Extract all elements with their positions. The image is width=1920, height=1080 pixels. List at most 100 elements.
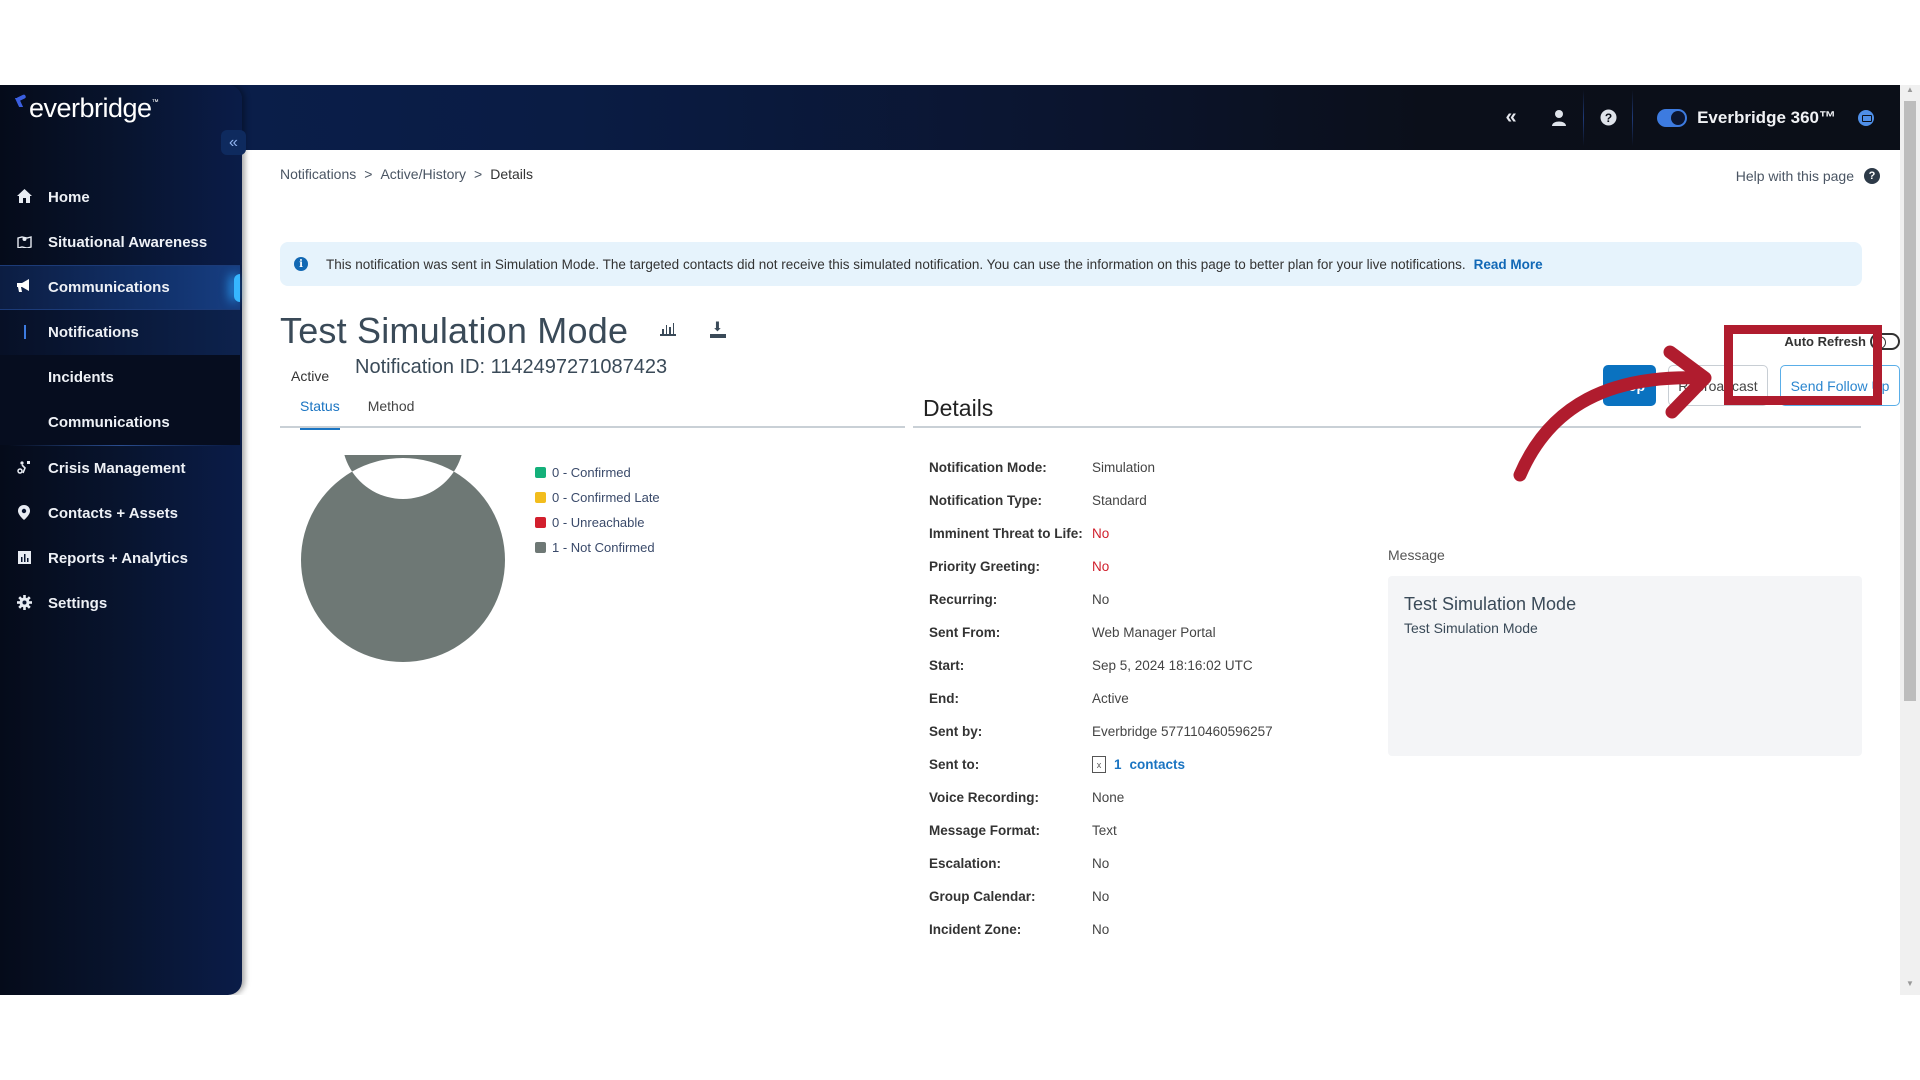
detail-row: Sent From: Web Manager Portal [929,616,1273,649]
route-icon [0,460,48,477]
title-actions [660,319,726,338]
detail-row: End: Active [929,682,1273,715]
auto-refresh-switch[interactable] [1870,333,1900,350]
detail-row: Sent by: Everbridge 577110460596257 [929,715,1273,748]
legend-item-confirmed[interactable]: 0 - Confirmed [535,460,660,485]
everbridge-logo[interactable]: everbridge ™ [10,93,159,124]
bar-chart-icon[interactable] [660,322,676,336]
detail-value: Text [1092,823,1117,838]
map-icon [0,234,48,251]
sidebar-nav: Home Situational Awareness Communication… [0,175,240,626]
legend-item-not-confirmed[interactable]: 1 - Not Confirmed [535,535,660,560]
sidebar-subitem-communications[interactable]: Communications [0,400,240,445]
sidebar-item-home[interactable]: Home [0,175,240,220]
sidebar-item-situational-awareness[interactable]: Situational Awareness [0,220,240,265]
detail-label: Start: [929,658,965,673]
breadcrumb: Notifications > Active/History > Details [280,166,533,182]
tab-method[interactable]: Method [356,398,427,428]
detail-value: None [1092,790,1125,805]
detail-row: Imminent Threat to Life: No [929,517,1273,550]
contacts-link-label[interactable]: contacts [1130,757,1186,772]
detail-row: Message Format: Text [929,814,1273,847]
detail-row: Start: Sep 5, 2024 18:16:02 UTC [929,649,1273,682]
legend-label: 0 - Confirmed [552,465,631,480]
detail-row: Notification Type: Standard [929,484,1273,517]
help-with-page-link[interactable]: Help with this page ? [1736,168,1880,184]
detail-label: Message Format: [929,823,1041,838]
detail-value: Sep 5, 2024 18:16:02 UTC [1092,658,1253,673]
scrollbar-thumb[interactable] [1904,101,1916,701]
detail-label: Priority Greeting: [929,559,1041,574]
double-chevron-left-icon[interactable]: « [1487,85,1535,150]
sidebar-item-settings[interactable]: Settings [0,581,240,626]
sidebar-item-reports-analytics[interactable]: Reports + Analytics [0,536,240,581]
sent-to-contacts-link[interactable]: x 1 contacts [1092,756,1185,773]
breadcrumb-separator: > [364,166,373,182]
legend-item-confirmed-late[interactable]: 0 - Confirmed Late [535,485,660,510]
legend-swatch [535,492,546,503]
legend-label: 0 - Confirmed Late [552,490,660,505]
sidebar-item-label: Settings [48,595,108,612]
info-icon: i [294,257,308,271]
detail-label: Sent to: [929,757,980,772]
detail-value: Web Manager Portal [1092,625,1216,640]
breadcrumb-details: Details [490,166,534,182]
detail-label: Voice Recording: [929,790,1040,805]
sidebar-item-crisis-management[interactable]: Crisis Management [0,446,240,491]
tab-status[interactable]: Status [288,398,352,430]
auto-refresh-label: Auto Refresh [1784,334,1866,349]
details-heading: Details [923,395,994,421]
main-content: Notifications > Active/History > Details… [242,150,1900,995]
details-header: Details [913,393,1861,428]
detail-value: Simulation [1092,460,1156,475]
detail-row: Notification Mode: Simulation [929,451,1273,484]
toggle-switch[interactable] [1657,108,1688,127]
sidebar-item-label: Contacts + Assets [48,505,178,522]
top-header: « ? Everbridge 360™ [0,85,1900,150]
auto-refresh-toggle[interactable]: Auto Refresh [1784,333,1900,350]
sidebar-subitem-incidents[interactable]: Incidents [0,355,240,400]
sidebar-collapse-button[interactable]: « [221,130,246,155]
question-circle-icon[interactable]: ? [1584,85,1632,150]
page-scrollbar[interactable]: ▲ ▼ [1900,85,1920,995]
detail-value: No [1092,889,1110,904]
scroll-up-arrow-icon[interactable]: ▲ [1900,85,1920,101]
excel-file-icon[interactable]: x [1092,756,1106,773]
logo-trademark: ™ [151,99,159,106]
scroll-down-arrow-icon[interactable]: ▼ [1900,979,1920,995]
legend-item-unreachable[interactable]: 0 - Unreachable [535,510,660,535]
user-icon[interactable] [1535,85,1583,150]
everbridge-360-toggle[interactable]: Everbridge 360™ [1633,108,1846,128]
detail-label: Group Calendar: [929,889,1036,904]
logo-check-icon [10,96,28,110]
contacts-count: 1 [1114,757,1122,772]
detail-row: Priority Greeting: No [929,550,1273,583]
sidebar-subitem-notifications[interactable]: Notifications [0,310,240,355]
detail-label: Sent From: [929,625,1001,640]
legend-label: 0 - Unreachable [552,515,645,530]
detail-label: Escalation: [929,856,1002,871]
gear-icon [0,594,48,613]
read-more-link[interactable]: Read More [1474,257,1543,272]
sidebar-item-label: Crisis Management [48,460,186,477]
sidebar-item-contacts-assets[interactable]: Contacts + Assets [0,491,240,536]
sidebar-subitem-label: Notifications [48,324,139,341]
megaphone-icon [0,279,48,296]
home-icon [0,189,48,206]
svg-text:?: ? [1604,111,1611,125]
download-icon[interactable] [710,319,726,338]
breadcrumb-notifications[interactable]: Notifications [280,166,356,182]
status-donut-chart [301,455,505,662]
detail-row: Recurring: No [929,583,1273,616]
legend-swatch [535,542,546,553]
sidebar-item-communications[interactable]: Communications [0,265,240,310]
detail-value: No [1092,856,1110,871]
sidebar: everbridge ™ Home Situational Awareness [0,85,242,995]
detail-row: Escalation: No [929,847,1273,880]
detail-value: Everbridge 577110460596257 [1092,724,1273,739]
toggle-label: Everbridge 360™ [1697,107,1836,127]
detail-value: Standard [1092,493,1147,508]
chart-legend: 0 - Confirmed 0 - Confirmed Late 0 - Unrea… [535,460,660,560]
breadcrumb-active-history[interactable]: Active/History [380,166,466,182]
chat-icon[interactable] [1858,109,1874,126]
